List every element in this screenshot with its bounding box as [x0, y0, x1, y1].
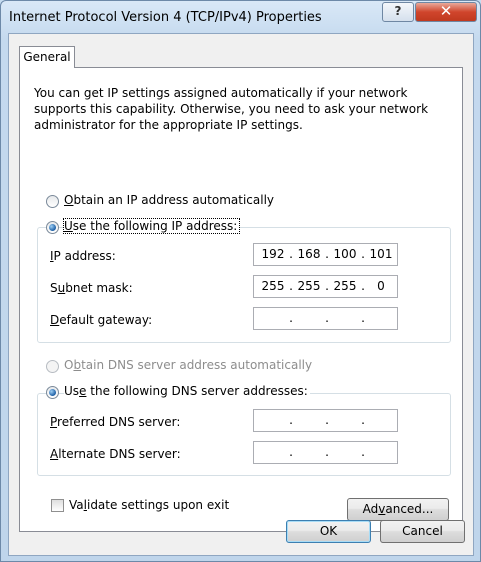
radio-ip-manual-label[interactable]: Use the following IP address:: [62, 218, 241, 234]
radio-dns-manual[interactable]: [46, 386, 59, 399]
label-text: Us: [64, 384, 80, 398]
radio-dns-manual-label[interactable]: Use the following DNS server addresses:: [64, 384, 310, 398]
octet: 168: [297, 247, 321, 261]
octet: 192: [261, 247, 285, 261]
octet: 255: [333, 279, 357, 293]
label-text: lternate DNS server:: [58, 447, 181, 461]
mnemonic: U: [64, 219, 73, 233]
radio-ip-auto-label[interactable]: Obtain an IP address automatically: [64, 193, 274, 207]
octet: 0: [377, 279, 385, 293]
label-text: anced...: [385, 502, 434, 516]
ip-address-label: IP address:: [50, 249, 116, 263]
octet: 101: [369, 247, 393, 261]
advanced-button[interactable]: Advanced...: [347, 498, 449, 521]
label-text: the following DNS server addresses:: [86, 384, 308, 398]
default-gateway-label: Default gateway:: [50, 313, 152, 327]
help-button[interactable]: ?: [382, 2, 414, 22]
validate-label[interactable]: Validate settings upon exit: [69, 498, 229, 512]
intro-text: You can get IP settings assigned automat…: [34, 86, 429, 132]
default-gateway-field[interactable]: ...: [253, 307, 398, 330]
general-panel: You can get IP settings assigned automat…: [19, 67, 463, 532]
label-text: efault gateway:: [59, 313, 153, 327]
label-text: tain DNS server address automatically: [81, 358, 313, 372]
label-text: se the following IP address:: [72, 219, 238, 233]
alternate-dns-field[interactable]: ...: [253, 441, 398, 464]
label-text: referred DNS server:: [57, 415, 181, 429]
label-text: Va: [69, 498, 84, 512]
subnet-mask-label: Subnet mask:: [50, 281, 133, 295]
subnet-mask-field[interactable]: 255. 255. 255. 0: [253, 275, 398, 298]
mnemonic: D: [50, 313, 60, 327]
radio-dns-auto[interactable]: [46, 360, 59, 373]
preferred-dns-label: Preferred DNS server:: [50, 415, 180, 429]
radio-ip-manual[interactable]: [46, 221, 59, 234]
label-text: btain an IP address automatically: [73, 193, 275, 207]
tab-general[interactable]: General: [19, 46, 75, 68]
preferred-dns-field[interactable]: ...: [253, 409, 398, 432]
dialog-window: Internet Protocol Version 4 (TCP/IPv4) P…: [0, 0, 481, 562]
label-text: S: [50, 281, 58, 295]
alternate-dns-label: Alternate DNS server:: [50, 447, 181, 461]
label-text: P address:: [53, 249, 116, 263]
octet: 255: [261, 279, 285, 293]
ip-address-field[interactable]: 192. 168. 100. 101: [253, 243, 398, 266]
radio-ip-auto[interactable]: [46, 195, 59, 208]
mnemonic: P: [50, 415, 58, 429]
window-title: Internet Protocol Version 4 (TCP/IPv4) P…: [9, 10, 322, 25]
radio-dns-auto-label[interactable]: Obtain DNS server address automatically: [64, 358, 312, 372]
close-button[interactable]: ✕: [415, 2, 477, 22]
label-text: Ad: [362, 502, 379, 516]
octet: 100: [333, 247, 357, 261]
octet: 255: [297, 279, 321, 293]
label-text: idate settings upon exit: [86, 498, 230, 512]
ok-button[interactable]: OK: [286, 520, 371, 543]
mnemonic: A: [50, 447, 59, 461]
label-text: bnet mask:: [65, 281, 133, 295]
mnemonic: b: [73, 358, 82, 372]
cancel-button[interactable]: Cancel: [380, 520, 465, 543]
validate-checkbox[interactable]: [51, 499, 64, 512]
dialog-client: General You can get IP settings assigned…: [8, 33, 474, 556]
